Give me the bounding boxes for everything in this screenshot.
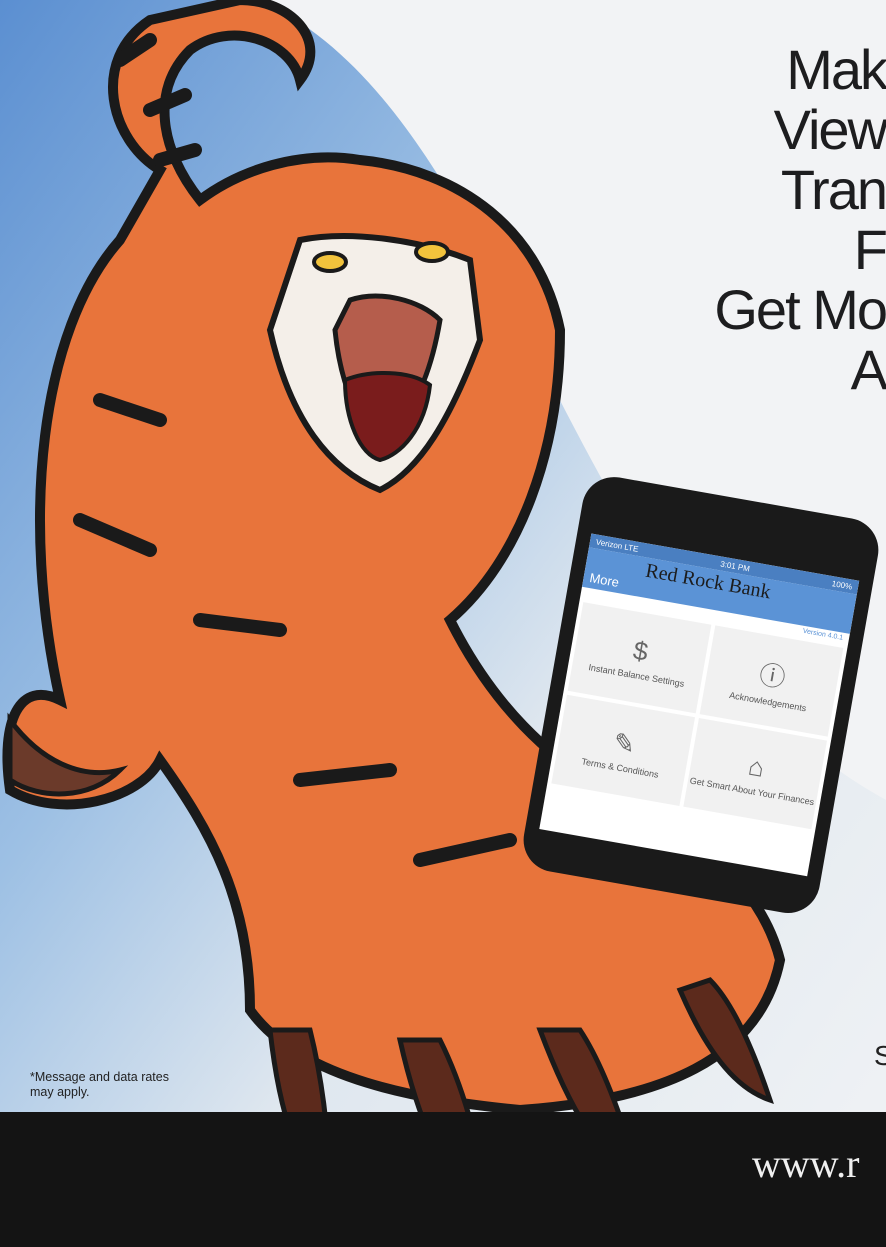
tile-label: Acknowledgements bbox=[728, 689, 808, 713]
dollar-icon: $ bbox=[631, 634, 651, 667]
tile-get-smart[interactable]: ⌂ Get Smart About Your Finances bbox=[683, 718, 827, 830]
tile-acknowledgements[interactable]: ⓘ Acknowledgements bbox=[699, 625, 844, 737]
partial-side-text: S bbox=[874, 1040, 886, 1071]
headline-line: View bbox=[773, 100, 886, 160]
tile-terms[interactable]: ✎ Terms & Conditions bbox=[551, 694, 696, 806]
menu-title: More bbox=[588, 570, 621, 590]
bank-icon: ⌂ bbox=[746, 750, 767, 783]
headline-line: Get Mo bbox=[714, 280, 886, 340]
website-url: www.r bbox=[752, 1141, 860, 1186]
tile-instant-balance[interactable]: $ Instant Balance Settings bbox=[567, 602, 712, 714]
headline-text: Mak View Tran F Get Mo A bbox=[466, 40, 886, 400]
phone-screen: Verizon LTE 3:01 PM 100% Red Rock Bank M… bbox=[539, 533, 860, 877]
battery-label: 100% bbox=[831, 578, 853, 592]
headline-line: F bbox=[853, 220, 886, 280]
disclaimer-text: *Message and data rates may apply. bbox=[30, 1070, 169, 1099]
info-icon: ⓘ bbox=[757, 658, 788, 693]
headline-line: Tran bbox=[780, 160, 886, 220]
tile-label: Terms & Conditions bbox=[580, 755, 660, 780]
headline-line: Mak bbox=[786, 40, 886, 100]
headline-line: A bbox=[850, 340, 886, 400]
document-icon: ✎ bbox=[611, 726, 638, 760]
